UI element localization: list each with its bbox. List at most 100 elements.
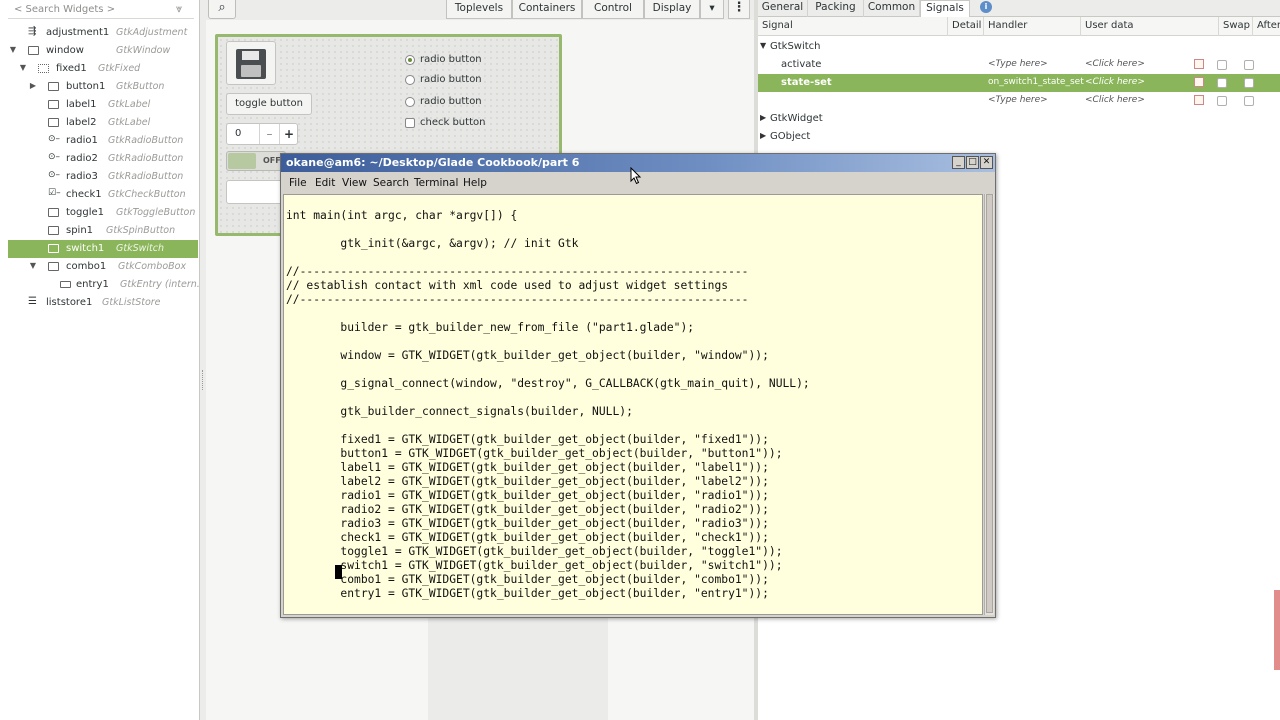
tree-row-type: GtkListStore — [102, 297, 161, 308]
handler-field[interactable]: <Type here> — [988, 95, 1048, 105]
expand-arrow-icon[interactable]: ▶ — [28, 81, 38, 91]
col-after[interactable]: After — [1253, 17, 1280, 36]
user-data-field[interactable]: <Click here> — [1085, 95, 1145, 105]
col-detail[interactable]: Detail — [948, 17, 984, 36]
palette-control[interactable]: Control — [582, 0, 644, 19]
tree-row-fixed1[interactable]: ▼ fixed1 GtkFixed — [8, 60, 198, 78]
expand-arrow-icon[interactable]: ▶ — [760, 131, 768, 140]
palette-more-dropdown[interactable]: ▾ — [700, 0, 724, 19]
tree-row-button1[interactable]: ▶ button1 GtkButton — [8, 78, 198, 96]
tree-row-spin1[interactable]: spin1 GtkSpinButton — [8, 222, 198, 240]
info-icon[interactable]: i — [980, 1, 992, 13]
menu-edit[interactable]: Edit — [315, 177, 335, 189]
signal-group-gtkwidget[interactable]: ▶ GtkWidget — [758, 110, 1280, 128]
terminal-window[interactable]: okane@am6: ~/Desktop/Glade Cookbook/part… — [280, 153, 996, 618]
tree-row-window[interactable]: ▼ window GtkWindow — [8, 42, 198, 60]
col-user-data[interactable]: User data — [1081, 17, 1219, 36]
tab-general[interactable]: General — [758, 0, 808, 17]
signal-row-state-set[interactable]: state-set on_switch1_state_set <Click he… — [758, 74, 1280, 92]
signal-group-gobject[interactable]: ▶ GObject — [758, 128, 1280, 146]
tab-packing[interactable]: Packing — [808, 0, 864, 17]
button1-save[interactable] — [226, 41, 276, 85]
label-icon — [48, 118, 59, 127]
terminal-title: okane@am6: ~/Desktop/Glade Cookbook/part… — [286, 156, 580, 169]
radio-icon: ⊙– — [48, 152, 61, 162]
adjustment-icon: ⇶ — [28, 26, 37, 37]
expand-arrow-icon[interactable]: ▶ — [760, 113, 768, 122]
col-signal[interactable]: Signal — [758, 17, 948, 36]
palette-display[interactable]: Display — [644, 0, 700, 19]
handler-field[interactable]: <Type here> — [988, 59, 1048, 69]
toggle1-button[interactable]: toggle button — [226, 93, 312, 115]
collapse-arrow-icon[interactable]: ▼ — [8, 45, 18, 55]
tree-row-check1[interactable]: ☑– check1 GtkCheckButton — [8, 186, 198, 204]
terminal-text-area[interactable]: int main(int argc, char *argv[]) { gtk_i… — [283, 194, 983, 615]
signal-row-activate[interactable]: activate <Type here> <Click here> — [758, 56, 1280, 74]
tree-row-switch1[interactable]: switch1 GtkSwitch — [8, 240, 198, 258]
signal-group-gtkswitch[interactable]: ▼ GtkSwitch — [758, 38, 1280, 56]
search-icon[interactable]: ⌕ — [208, 0, 236, 19]
signal-row-new[interactable]: <Type here> <Click here> — [758, 92, 1280, 110]
edit-pencil-icon[interactable] — [1194, 95, 1204, 105]
maximize-icon[interactable]: □ — [966, 156, 979, 169]
col-swap[interactable]: Swap — [1219, 17, 1253, 36]
handler-field[interactable]: on_switch1_state_set — [988, 77, 1084, 87]
col-handler[interactable]: Handler — [984, 17, 1081, 36]
swap-checkbox[interactable] — [1217, 60, 1227, 70]
signal-group-label: GtkWidget — [770, 113, 823, 124]
widget-search-field[interactable]: < Search Widgets > ⩔ — [8, 1, 194, 19]
switch1-toggle[interactable]: OFF — [226, 151, 286, 171]
minimize-icon[interactable]: _ — [952, 156, 965, 169]
spin-plus-button[interactable]: + — [279, 124, 298, 144]
after-checkbox[interactable] — [1244, 60, 1254, 70]
tree-row-name: toggle1 — [66, 207, 105, 218]
tree-row-radio2[interactable]: ⊙– radio2 GtkRadioButton — [8, 150, 198, 168]
swap-checkbox[interactable] — [1217, 78, 1227, 88]
tree-row-name: adjustment1 — [46, 27, 110, 38]
tree-row-type: GtkLabel — [108, 117, 151, 128]
terminal-scrollbar[interactable] — [984, 194, 994, 615]
combo1-box[interactable] — [226, 180, 286, 204]
floppy-save-icon — [236, 49, 266, 79]
collapse-arrow-icon[interactable]: ▼ — [760, 41, 768, 50]
palette-containers[interactable]: Containers — [512, 0, 582, 19]
tree-row-radio1[interactable]: ⊙– radio1 GtkRadioButton — [8, 132, 198, 150]
tree-row-label2[interactable]: label2 GtkLabel — [8, 114, 198, 132]
filter-icon[interactable]: ⩔ — [176, 3, 188, 15]
scrollbar-thumb[interactable] — [986, 194, 993, 613]
collapse-arrow-icon[interactable]: ▼ — [18, 63, 28, 73]
tab-common[interactable]: Common — [864, 0, 920, 17]
tree-row-liststore1[interactable]: ☰ liststore1 GtkListStore — [8, 294, 198, 312]
menu-terminal[interactable]: Terminal — [414, 177, 458, 189]
user-data-field[interactable]: <Click here> — [1085, 59, 1145, 69]
tree-row-type: GtkSwitch — [116, 243, 164, 254]
spin-minus-button[interactable]: – — [259, 124, 279, 144]
after-checkbox[interactable] — [1244, 96, 1254, 106]
menu-file[interactable]: File — [289, 177, 307, 189]
after-checkbox[interactable] — [1244, 78, 1254, 88]
close-icon[interactable]: ✕ — [980, 156, 993, 169]
menu-kebab-icon[interactable]: ⋮ — [728, 0, 750, 19]
tree-row-toggle1[interactable]: toggle1 GtkToggleButton — [8, 204, 198, 222]
swap-checkbox[interactable] — [1217, 96, 1227, 106]
tree-row-combo1[interactable]: ▼ combo1 GtkComboBox — [8, 258, 198, 276]
tree-row-radio3[interactable]: ⊙– radio3 GtkRadioButton — [8, 168, 198, 186]
edit-pencil-icon[interactable] — [1194, 59, 1204, 69]
edit-pencil-icon[interactable] — [1194, 77, 1204, 87]
menu-view[interactable]: View — [342, 177, 367, 189]
palette-toplevels[interactable]: Toplevels — [446, 0, 512, 19]
menu-help[interactable]: Help — [463, 177, 487, 189]
tab-signals[interactable]: Signals — [920, 0, 970, 17]
tree-row-entry1[interactable]: entry1 GtkEntry (intern... — [8, 276, 206, 294]
spin1-stepper[interactable]: 0 – + — [226, 123, 298, 145]
menu-search[interactable]: Search — [373, 177, 409, 189]
signal-name: activate — [781, 59, 822, 70]
user-data-field[interactable]: <Click here> — [1085, 77, 1145, 87]
tree-row-label1[interactable]: label1 GtkLabel — [8, 96, 198, 114]
collapse-arrow-icon[interactable]: ▼ — [28, 261, 38, 271]
tree-row-name: radio2 — [66, 153, 98, 164]
tree-row-type: GtkComboBox — [118, 261, 187, 272]
tree-row-adjustment1[interactable]: ⇶ adjustment1 GtkAdjustment — [8, 24, 198, 42]
tree-row-name: check1 — [66, 189, 102, 200]
radio-selected-icon — [405, 55, 415, 65]
